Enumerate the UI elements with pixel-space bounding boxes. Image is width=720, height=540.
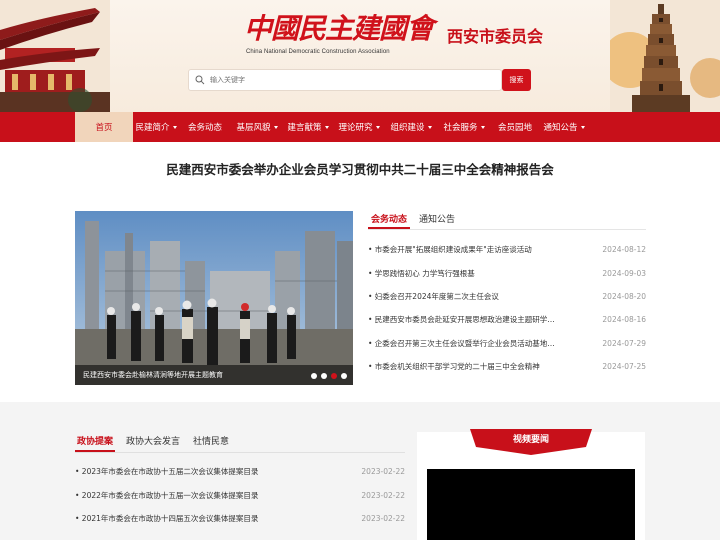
news-item[interactable]: • 学思践悟初心 力学笃行强根基 2024-09-03 [368, 261, 646, 284]
nav-item-2[interactable]: 会务动态 [179, 112, 231, 142]
proposal-item-date: 2023-02-22 [361, 514, 405, 524]
site-header: 中國民主建國會 China National Democratic Constr… [0, 0, 720, 112]
slider-dots [311, 373, 347, 379]
proposal-item-date: 2023-02-22 [361, 467, 405, 477]
proposal-item-date: 2023-02-22 [361, 490, 405, 500]
nav-item-3[interactable]: 基层风貌 [231, 112, 283, 142]
logo-chinese-text: 中國民主建國會 [244, 12, 434, 45]
nav-item-label: 理论研究 [338, 123, 373, 133]
headline-title[interactable]: 民建西安市委会举办企业会员学习贯彻中共二十届三中全会精神报告会 [0, 159, 720, 178]
news-item[interactable]: • 市委会机关组织干部学习党的二十届三中全会精神 2024-07-25 [368, 355, 646, 378]
nav-item-label: 会务动态 [187, 123, 222, 133]
slider-dot[interactable] [311, 373, 317, 379]
pagoda-left-image [0, 0, 110, 112]
nav-item-9[interactable]: 通知公告 [539, 112, 589, 142]
tab-meeting-news[interactable]: 会务动态 [368, 211, 411, 229]
nav-item-label: 建言献策 [287, 123, 322, 133]
slider-dot[interactable] [321, 373, 327, 379]
chevron-down-icon [427, 125, 432, 129]
news-item-date: 2024-09-03 [602, 268, 646, 278]
nav-item-label: 民建简介 [135, 123, 170, 133]
news-item[interactable]: • 市委会开展"拓展组织建设成果年"走访座谈活动 2024-08-12 [368, 238, 646, 261]
news-item-title: • 市委会机关组织干部学习党的二十届三中全会精神 [368, 362, 540, 372]
video-player[interactable] [427, 469, 635, 540]
video-panel: 视频要闻 [417, 429, 645, 540]
news-item-date: 2024-07-25 [602, 362, 646, 372]
nav-item-0[interactable]: 首页 [75, 112, 133, 142]
tab-public-opinion[interactable]: 社情民意 [191, 433, 231, 452]
news-tabs: 会务动态 通知公告 [368, 211, 646, 230]
chevron-down-icon [273, 125, 278, 129]
slider-dot[interactable] [341, 373, 347, 379]
video-section-banner: 视频要闻 [470, 429, 592, 455]
news-list: • 市委会开展"拓展组织建设成果年"走访座谈活动 2024-08-12 • 学思践悟… [368, 238, 646, 378]
nav-item-label: 会员园地 [497, 123, 532, 133]
nav-item-label: 通知公告 [543, 123, 578, 133]
slider-dot[interactable] [331, 373, 337, 379]
proposal-item-title: • 2023年市委会在市政协十五届二次会议集体提案目录 [75, 467, 259, 477]
nav-item-label: 首页 [95, 123, 113, 133]
news-item[interactable]: • 企委会召开第三次主任会议暨举行企业会员活动基地… 2024-07-29 [368, 332, 646, 355]
chevron-down-icon [480, 125, 485, 129]
proposal-list: • 2023年市委会在市政协十五届二次会议集体提案目录 2023-02-22 • 2… [75, 460, 405, 531]
search-icon [195, 75, 205, 85]
image-slider[interactable]: 民建西安市委会赴榆林清涧等地开展主题教育 [75, 211, 353, 385]
video-section-title: 视频要闻 [513, 433, 549, 445]
proposal-item[interactable]: • 2021年市委会在市政协十四届五次会议集体提案目录 2023-02-22 [75, 507, 405, 531]
logo-english-text: China National Democratic Construction A… [246, 49, 390, 55]
proposal-item[interactable]: • 2022年市委会在市政协十五届一次会议集体提案目录 2023-02-22 [75, 484, 405, 508]
nav-item-8[interactable]: 会员园地 [491, 112, 539, 142]
news-item-title: • 学思践悟初心 力学笃行强根基 [368, 268, 475, 278]
logo-subtitle: 西安市委员会 [447, 27, 544, 46]
search-input[interactable] [210, 76, 470, 84]
nav-item-label: 组织建设 [390, 123, 425, 133]
news-item-date: 2024-08-20 [602, 291, 646, 301]
nav-item-1[interactable]: 民建简介 [133, 112, 179, 142]
chevron-down-icon [172, 125, 177, 129]
news-panel: 会务动态 通知公告 • 市委会开展"拓展组织建设成果年"走访座谈活动 2024-0… [368, 211, 646, 378]
proposal-item-title: • 2022年市委会在市政协十五届一次会议集体提案目录 [75, 490, 259, 500]
chevron-down-icon [580, 125, 585, 129]
news-item-title: • 企委会召开第三次主任会议暨举行企业会员活动基地… [368, 338, 555, 348]
news-item-date: 2024-07-29 [602, 338, 646, 348]
proposal-item[interactable]: • 2023年市委会在市政协十五届二次会议集体提案目录 2023-02-22 [75, 460, 405, 484]
proposals-panel: 政协提案 政协大会发言 社情民意 • 2023年市委会在市政协十五届二次会议集体… [75, 433, 405, 531]
proposal-item-title: • 2021年市委会在市政协十四届五次会议集体提案目录 [75, 514, 259, 524]
chevron-down-icon [375, 125, 380, 129]
news-item[interactable]: • 民建西安市委员会赴延安开展思想政治建设主题研学… 2024-08-16 [368, 308, 646, 331]
news-item-date: 2024-08-12 [602, 245, 646, 255]
news-item[interactable]: • 妇委会召开2024年度第二次主任会议 2024-08-20 [368, 285, 646, 308]
main-nav: 首页 民建简介 会务动态 基层风貌 建言献策 理论研究 组织建设 社会服务 会员园地 通知公告 [0, 112, 720, 142]
news-item-title: • 市委会开展"拓展组织建设成果年"走访座谈活动 [368, 245, 532, 255]
chevron-down-icon [324, 125, 329, 129]
slider-photo [75, 211, 353, 385]
nav-item-label: 社会服务 [443, 123, 478, 133]
tab-cppcc-proposals[interactable]: 政协提案 [75, 433, 116, 452]
nav-item-6[interactable]: 组织建设 [385, 112, 437, 142]
search-button[interactable]: 搜索 [502, 69, 531, 91]
proposal-tabs: 政协提案 政协大会发言 社情民意 [75, 433, 405, 453]
site-logo[interactable]: 中國民主建國會 China National Democratic Constr… [244, 12, 544, 55]
nav-item-5[interactable]: 理论研究 [333, 112, 385, 142]
tab-cppcc-speeches[interactable]: 政协大会发言 [124, 433, 182, 452]
news-item-title: • 民建西安市委员会赴延安开展思想政治建设主题研学… [368, 315, 555, 325]
news-item-date: 2024-08-16 [602, 315, 646, 325]
tab-notices[interactable]: 通知公告 [416, 211, 458, 229]
search-bar [188, 69, 502, 91]
nav-item-7[interactable]: 社会服务 [437, 112, 491, 142]
nav-item-4[interactable]: 建言献策 [283, 112, 333, 142]
pagoda-right-image [610, 0, 720, 112]
news-item-title: • 妇委会召开2024年度第二次主任会议 [368, 291, 499, 301]
nav-item-label: 基层风貌 [236, 123, 271, 133]
